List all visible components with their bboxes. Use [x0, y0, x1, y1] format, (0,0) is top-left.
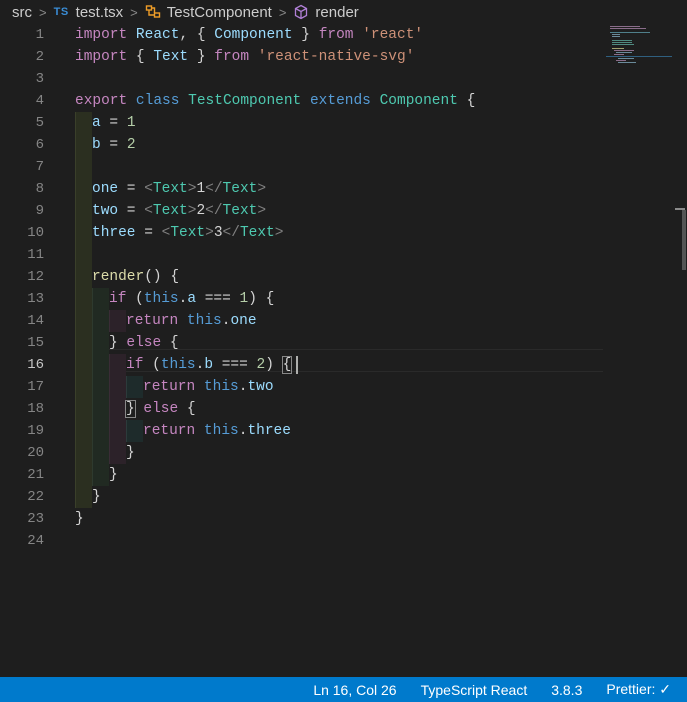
chevron-right-icon: > [39, 4, 47, 20]
line-number: 7 [35, 159, 44, 175]
code-line-9: two = <Text>2</Text> [92, 203, 267, 219]
status-bar: Ln 16, Col 26 TypeScript React 3.8.3 Pre… [0, 677, 687, 702]
code-line-22: } [92, 489, 101, 505]
line-number: 23 [27, 511, 44, 527]
code-line-23: } [75, 511, 84, 527]
code-line-10: three = <Text>3</Text> [92, 225, 284, 241]
line-number: 3 [35, 71, 44, 87]
line-number: 6 [35, 137, 44, 153]
line-number: 24 [27, 533, 44, 549]
method-icon [293, 4, 309, 20]
breadcrumb-class[interactable]: TestComponent [167, 4, 272, 21]
typescript-file-icon: TS [53, 6, 69, 18]
line-number: 14 [27, 313, 44, 329]
line-number: 4 [35, 93, 44, 109]
code-line-16: if (this.b === 2) { [126, 356, 293, 374]
breadcrumb: src > TS test.tsx > TestComponent > rend… [0, 0, 687, 24]
code-line-1: import React, { Component } from 'react' [75, 27, 424, 43]
prettier-status[interactable]: Prettier: ✓ [606, 681, 671, 698]
line-number: 2 [35, 49, 44, 65]
code-line-2: import { Text } from 'react-native-svg' [75, 49, 415, 65]
chevron-right-icon: > [278, 4, 287, 20]
code-line-19: return this.three [143, 423, 291, 439]
scrollbar-thumb[interactable] [682, 210, 686, 270]
class-icon [145, 4, 161, 20]
line-number: 19 [27, 423, 44, 439]
line-number: 22 [27, 489, 44, 505]
line-number: 13 [27, 291, 44, 307]
language-mode[interactable]: TypeScript React [421, 682, 528, 698]
breadcrumb-file[interactable]: test.tsx [76, 4, 124, 21]
line-number: 9 [35, 203, 44, 219]
line-number: 8 [35, 181, 44, 197]
code-line-8: one = <Text>1</Text> [92, 181, 267, 197]
code-line-12: render() { [92, 269, 180, 285]
minimap[interactable] [606, 24, 672, 84]
code-line-4: export class TestComponent extends Compo… [75, 93, 476, 109]
code-line-5: a = 1 [92, 115, 136, 131]
chevron-right-icon: > [130, 4, 138, 20]
line-number: 10 [27, 225, 44, 241]
breadcrumb-folder[interactable]: src [12, 4, 32, 21]
line-number: 17 [27, 379, 44, 395]
code-line-21: } [109, 467, 118, 483]
line-number: 15 [27, 335, 44, 351]
line-number: 5 [35, 115, 44, 131]
matched-bracket: { [281, 356, 293, 374]
code-line-15: } else { [109, 335, 179, 351]
line-number: 1 [35, 27, 44, 43]
line-number: 12 [27, 269, 44, 285]
line-number: 21 [27, 467, 44, 483]
line-number: 18 [27, 401, 44, 417]
code-line-6: b = 2 [92, 137, 136, 153]
cursor-position[interactable]: Ln 16, Col 26 [313, 682, 396, 698]
code-line-20: } [126, 445, 135, 461]
code-line-14: return this.one [126, 313, 257, 329]
breadcrumb-method[interactable]: render [315, 4, 358, 21]
code-line-17: return this.two [143, 379, 274, 395]
code-line-18: } else { [125, 400, 196, 418]
matched-bracket: } [125, 400, 136, 418]
line-number: 20 [27, 445, 44, 461]
vertical-scrollbar[interactable] [673, 24, 687, 677]
text-cursor [296, 356, 298, 374]
code-editor[interactable]: 1 2 3 4 5 6 7 8 9 10 11 12 13 14 15 16 1… [0, 24, 687, 677]
line-number-active: 16 [27, 357, 44, 373]
line-number: 11 [27, 247, 44, 263]
typescript-version[interactable]: 3.8.3 [551, 682, 582, 698]
code-line-13: if (this.a === 1) { [109, 291, 275, 307]
